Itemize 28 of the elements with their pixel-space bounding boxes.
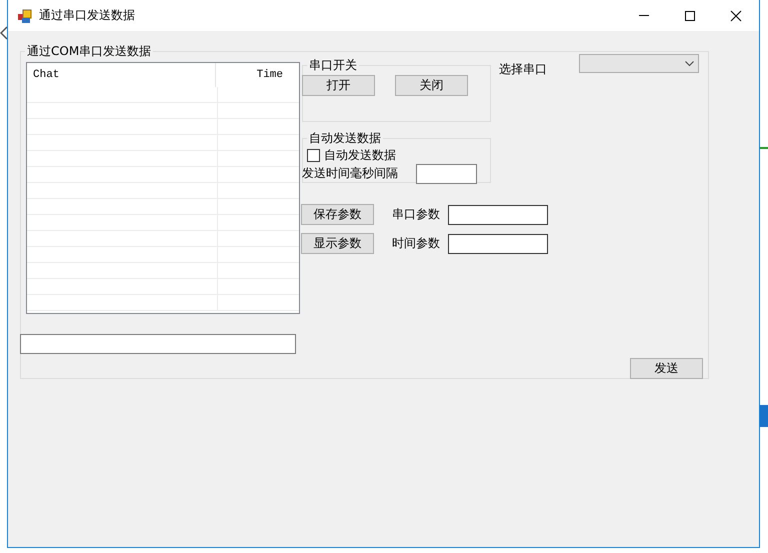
checkbox[interactable]	[307, 149, 320, 162]
column-header[interactable]: Time	[216, 63, 299, 87]
port-label: 选择串口	[499, 61, 547, 78]
message-field[interactable]	[20, 334, 296, 354]
send-button[interactable]: 发送	[630, 358, 703, 379]
action-button[interactable]: 保存参数	[301, 204, 374, 225]
group-title: 串口开关	[308, 57, 358, 74]
action-button[interactable]: 关闭	[395, 75, 468, 96]
window-title: 通过串口发送数据	[39, 7, 135, 24]
app-icon	[17, 8, 33, 24]
chat-list[interactable]: Chat Time	[26, 62, 300, 314]
close-icon	[730, 10, 742, 22]
minimize-icon	[639, 15, 649, 16]
param-label: 串口参数	[392, 206, 440, 223]
caret-icon	[685, 60, 694, 66]
column-header[interactable]: Chat	[27, 63, 216, 87]
param-label: 时间参数	[392, 235, 440, 252]
interval-label: 发送时间毫秒间隔	[302, 165, 398, 182]
group-title: 自动发送数据	[308, 130, 382, 147]
interval-field[interactable]	[416, 164, 477, 184]
group-title: 通过COM串口发送数据	[26, 43, 152, 60]
action-button[interactable]: 打开	[302, 75, 375, 96]
param-field[interactable]	[448, 234, 548, 254]
maximize-icon	[684, 10, 696, 22]
action-button[interactable]: 显示参数	[301, 233, 374, 254]
highlight-bar	[760, 405, 768, 427]
param-field[interactable]	[448, 204, 548, 224]
checkbox-label: 自动发送数据	[324, 147, 396, 164]
